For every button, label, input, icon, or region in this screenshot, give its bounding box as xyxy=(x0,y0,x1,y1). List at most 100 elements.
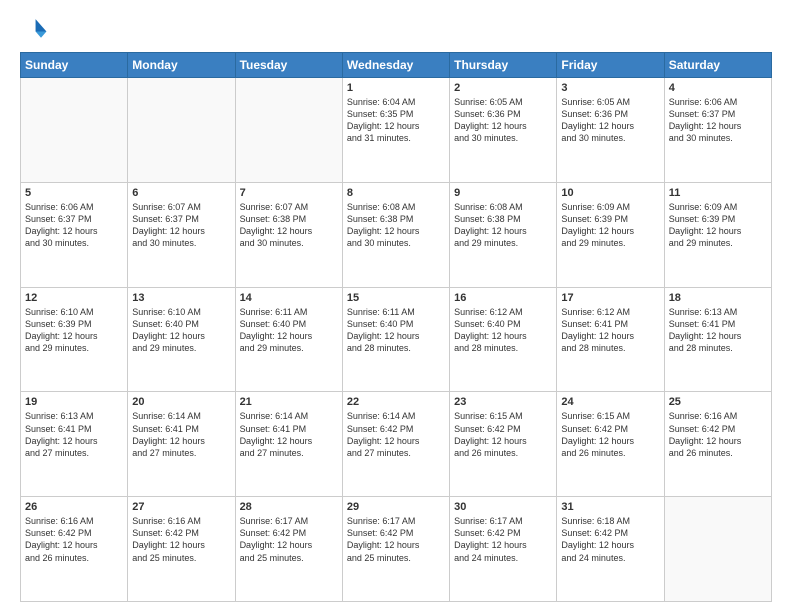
calendar-table: SundayMondayTuesdayWednesdayThursdayFrid… xyxy=(20,52,772,602)
day-info: Sunrise: 6:11 AM Sunset: 6:40 PM Dayligh… xyxy=(240,306,338,355)
day-number: 3 xyxy=(561,82,659,94)
day-number: 28 xyxy=(240,501,338,513)
day-number: 17 xyxy=(561,292,659,304)
day-cell: 20 Sunrise: 6:14 AM Sunset: 6:41 PM Dayli… xyxy=(128,392,235,497)
day-cell: 12 Sunrise: 6:10 AM Sunset: 6:39 PM Dayli… xyxy=(21,287,128,392)
day-info: Sunrise: 6:17 AM Sunset: 6:42 PM Dayligh… xyxy=(240,515,338,564)
day-cell xyxy=(21,78,128,183)
day-cell xyxy=(128,78,235,183)
week-row-4: 19 Sunrise: 6:13 AM Sunset: 6:41 PM Dayli… xyxy=(21,392,772,497)
day-cell: 10 Sunrise: 6:09 AM Sunset: 6:39 PM Dayli… xyxy=(557,182,664,287)
weekday-header-thursday: Thursday xyxy=(450,53,557,78)
day-cell: 22 Sunrise: 6:14 AM Sunset: 6:42 PM Dayli… xyxy=(342,392,449,497)
week-row-3: 12 Sunrise: 6:10 AM Sunset: 6:39 PM Dayli… xyxy=(21,287,772,392)
day-number: 25 xyxy=(669,396,767,408)
day-info: Sunrise: 6:05 AM Sunset: 6:36 PM Dayligh… xyxy=(561,96,659,145)
day-info: Sunrise: 6:16 AM Sunset: 6:42 PM Dayligh… xyxy=(132,515,230,564)
day-number: 14 xyxy=(240,292,338,304)
day-info: Sunrise: 6:10 AM Sunset: 6:39 PM Dayligh… xyxy=(25,306,123,355)
day-number: 18 xyxy=(669,292,767,304)
day-number: 19 xyxy=(25,396,123,408)
logo xyxy=(20,16,52,44)
weekday-header-saturday: Saturday xyxy=(664,53,771,78)
day-cell: 21 Sunrise: 6:14 AM Sunset: 6:41 PM Dayli… xyxy=(235,392,342,497)
day-number: 1 xyxy=(347,82,445,94)
week-row-2: 5 Sunrise: 6:06 AM Sunset: 6:37 PM Daylig… xyxy=(21,182,772,287)
day-number: 22 xyxy=(347,396,445,408)
day-number: 13 xyxy=(132,292,230,304)
weekday-header-tuesday: Tuesday xyxy=(235,53,342,78)
day-number: 6 xyxy=(132,187,230,199)
day-number: 29 xyxy=(347,501,445,513)
header xyxy=(20,16,772,44)
day-info: Sunrise: 6:14 AM Sunset: 6:42 PM Dayligh… xyxy=(347,410,445,459)
day-info: Sunrise: 6:08 AM Sunset: 6:38 PM Dayligh… xyxy=(454,201,552,250)
day-cell: 30 Sunrise: 6:17 AM Sunset: 6:42 PM Dayli… xyxy=(450,497,557,602)
day-info: Sunrise: 6:04 AM Sunset: 6:35 PM Dayligh… xyxy=(347,96,445,145)
day-info: Sunrise: 6:15 AM Sunset: 6:42 PM Dayligh… xyxy=(454,410,552,459)
day-number: 10 xyxy=(561,187,659,199)
day-number: 20 xyxy=(132,396,230,408)
day-number: 26 xyxy=(25,501,123,513)
day-info: Sunrise: 6:09 AM Sunset: 6:39 PM Dayligh… xyxy=(669,201,767,250)
day-cell: 26 Sunrise: 6:16 AM Sunset: 6:42 PM Dayli… xyxy=(21,497,128,602)
day-number: 7 xyxy=(240,187,338,199)
day-cell: 3 Sunrise: 6:05 AM Sunset: 6:36 PM Daylig… xyxy=(557,78,664,183)
day-info: Sunrise: 6:05 AM Sunset: 6:36 PM Dayligh… xyxy=(454,96,552,145)
day-info: Sunrise: 6:12 AM Sunset: 6:41 PM Dayligh… xyxy=(561,306,659,355)
day-cell: 28 Sunrise: 6:17 AM Sunset: 6:42 PM Dayli… xyxy=(235,497,342,602)
page: SundayMondayTuesdayWednesdayThursdayFrid… xyxy=(0,0,792,612)
day-number: 11 xyxy=(669,187,767,199)
day-cell: 27 Sunrise: 6:16 AM Sunset: 6:42 PM Dayli… xyxy=(128,497,235,602)
day-info: Sunrise: 6:14 AM Sunset: 6:41 PM Dayligh… xyxy=(132,410,230,459)
day-cell: 15 Sunrise: 6:11 AM Sunset: 6:40 PM Dayli… xyxy=(342,287,449,392)
day-cell: 31 Sunrise: 6:18 AM Sunset: 6:42 PM Dayli… xyxy=(557,497,664,602)
day-number: 2 xyxy=(454,82,552,94)
day-number: 27 xyxy=(132,501,230,513)
day-info: Sunrise: 6:11 AM Sunset: 6:40 PM Dayligh… xyxy=(347,306,445,355)
week-row-1: 1 Sunrise: 6:04 AM Sunset: 6:35 PM Daylig… xyxy=(21,78,772,183)
day-info: Sunrise: 6:10 AM Sunset: 6:40 PM Dayligh… xyxy=(132,306,230,355)
day-info: Sunrise: 6:16 AM Sunset: 6:42 PM Dayligh… xyxy=(669,410,767,459)
day-number: 5 xyxy=(25,187,123,199)
day-cell: 23Sunrise: 6:15 AM Sunset: 6:42 PM Dayli… xyxy=(450,392,557,497)
day-info: Sunrise: 6:08 AM Sunset: 6:38 PM Dayligh… xyxy=(347,201,445,250)
day-info: Sunrise: 6:17 AM Sunset: 6:42 PM Dayligh… xyxy=(454,515,552,564)
day-info: Sunrise: 6:07 AM Sunset: 6:37 PM Dayligh… xyxy=(132,201,230,250)
day-info: Sunrise: 6:13 AM Sunset: 6:41 PM Dayligh… xyxy=(25,410,123,459)
day-number: 30 xyxy=(454,501,552,513)
week-row-5: 26 Sunrise: 6:16 AM Sunset: 6:42 PM Dayli… xyxy=(21,497,772,602)
day-info: Sunrise: 6:14 AM Sunset: 6:41 PM Dayligh… xyxy=(240,410,338,459)
day-cell xyxy=(235,78,342,183)
day-cell: 19 Sunrise: 6:13 AM Sunset: 6:41 PM Dayli… xyxy=(21,392,128,497)
day-cell: 13 Sunrise: 6:10 AM Sunset: 6:40 PM Dayli… xyxy=(128,287,235,392)
day-number: 24 xyxy=(561,396,659,408)
day-number: 12 xyxy=(25,292,123,304)
day-number: 21 xyxy=(240,396,338,408)
day-info: Sunrise: 6:09 AM Sunset: 6:39 PM Dayligh… xyxy=(561,201,659,250)
day-cell: 6 Sunrise: 6:07 AM Sunset: 6:37 PM Daylig… xyxy=(128,182,235,287)
weekday-header-sunday: Sunday xyxy=(21,53,128,78)
day-cell: 7Sunrise: 6:07 AM Sunset: 6:38 PM Daylig… xyxy=(235,182,342,287)
day-number: 15 xyxy=(347,292,445,304)
day-info: Sunrise: 6:13 AM Sunset: 6:41 PM Dayligh… xyxy=(669,306,767,355)
day-number: 9 xyxy=(454,187,552,199)
day-number: 16 xyxy=(454,292,552,304)
day-info: Sunrise: 6:06 AM Sunset: 6:37 PM Dayligh… xyxy=(25,201,123,250)
weekday-header-friday: Friday xyxy=(557,53,664,78)
day-cell: 16Sunrise: 6:12 AM Sunset: 6:40 PM Dayli… xyxy=(450,287,557,392)
day-info: Sunrise: 6:17 AM Sunset: 6:42 PM Dayligh… xyxy=(347,515,445,564)
day-cell: 8Sunrise: 6:08 AM Sunset: 6:38 PM Daylig… xyxy=(342,182,449,287)
day-cell: 29 Sunrise: 6:17 AM Sunset: 6:42 PM Dayli… xyxy=(342,497,449,602)
day-cell: 18 Sunrise: 6:13 AM Sunset: 6:41 PM Dayli… xyxy=(664,287,771,392)
day-cell: 24Sunrise: 6:15 AM Sunset: 6:42 PM Dayli… xyxy=(557,392,664,497)
day-info: Sunrise: 6:18 AM Sunset: 6:42 PM Dayligh… xyxy=(561,515,659,564)
weekday-header-wednesday: Wednesday xyxy=(342,53,449,78)
day-cell: 17 Sunrise: 6:12 AM Sunset: 6:41 PM Dayli… xyxy=(557,287,664,392)
weekday-header-row: SundayMondayTuesdayWednesdayThursdayFrid… xyxy=(21,53,772,78)
day-cell: 2 Sunrise: 6:05 AM Sunset: 6:36 PM Daylig… xyxy=(450,78,557,183)
day-number: 31 xyxy=(561,501,659,513)
day-cell: 14 Sunrise: 6:11 AM Sunset: 6:40 PM Dayli… xyxy=(235,287,342,392)
day-info: Sunrise: 6:06 AM Sunset: 6:37 PM Dayligh… xyxy=(669,96,767,145)
day-info: Sunrise: 6:16 AM Sunset: 6:42 PM Dayligh… xyxy=(25,515,123,564)
